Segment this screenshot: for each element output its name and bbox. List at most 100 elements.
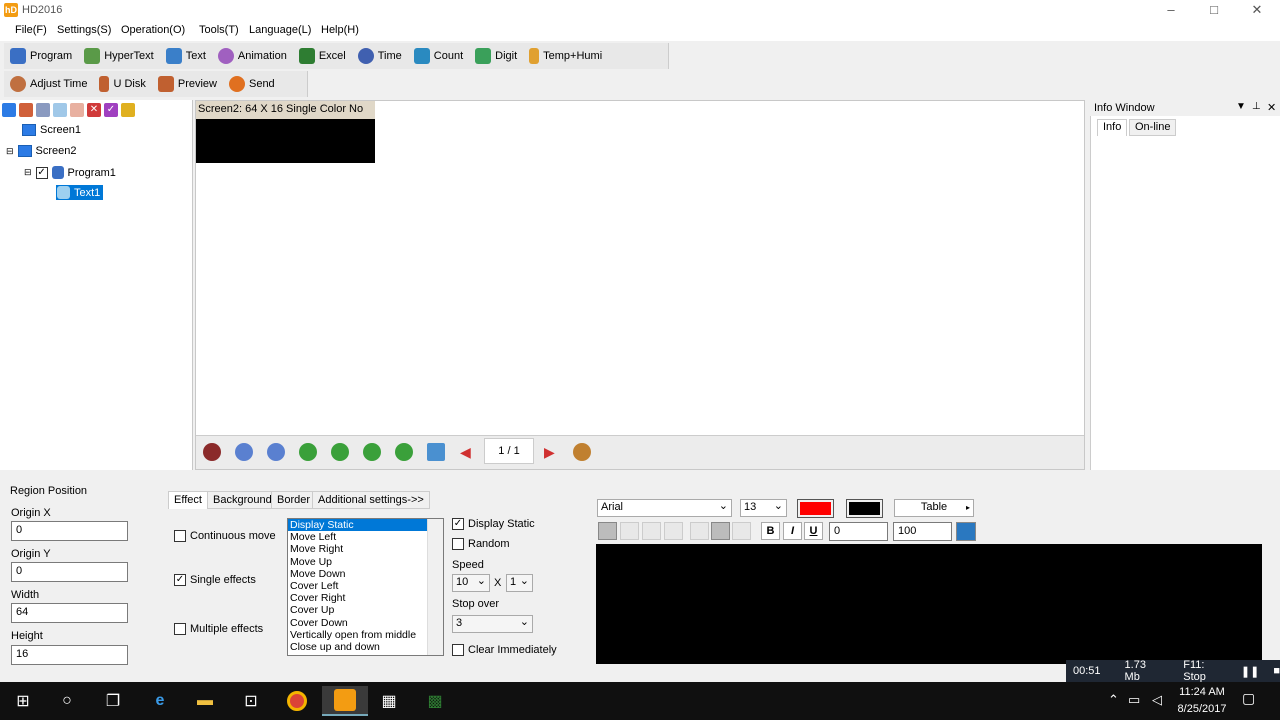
store-icon[interactable]: ⊡ — [236, 686, 266, 716]
list-item[interactable]: Vertically open from middle — [288, 629, 443, 641]
stop-icon[interactable]: ■ — [1273, 665, 1280, 677]
close-icon[interactable]: ✕ — [1267, 101, 1276, 114]
width-input[interactable]: 64 — [11, 603, 128, 623]
led-screen-preview[interactable] — [196, 119, 375, 163]
height-input[interactable]: 16 — [11, 645, 128, 665]
prev-page-icon[interactable]: ◀ — [460, 444, 471, 461]
clear-immediately-checkbox[interactable]: Clear Immediately — [452, 644, 557, 656]
tree-text1[interactable]: Text1 — [56, 185, 104, 200]
pin-icon[interactable]: ⊥ — [1252, 101, 1261, 112]
list-item[interactable]: Cover Up — [288, 604, 443, 616]
italic-button[interactable]: I — [783, 522, 802, 540]
settings-wheel-icon[interactable] — [573, 443, 591, 461]
table-button[interactable]: Table — [894, 499, 974, 517]
notification-icon[interactable]: ▢ — [1242, 690, 1255, 707]
move-down-icon[interactable] — [70, 103, 84, 117]
tab-background[interactable]: Background — [207, 491, 278, 509]
move-icon[interactable] — [427, 443, 445, 461]
hypertext-button[interactable]: HyperText — [78, 43, 160, 69]
menu-operation[interactable]: Operation(O) — [121, 24, 185, 36]
count-button[interactable]: Count — [408, 43, 469, 69]
menu-settings[interactable]: Settings(S) — [57, 24, 111, 36]
maximize-button[interactable]: □ — [1193, 0, 1235, 21]
arrow-up-icon[interactable] — [363, 443, 381, 461]
list-scrollbar[interactable] — [427, 519, 443, 655]
char-spacing-input[interactable]: 0 — [829, 522, 888, 541]
tab-effect[interactable]: Effect — [168, 491, 208, 509]
tree-screen2[interactable]: ⊟ Screen2 — [6, 145, 77, 157]
network-icon[interactable]: ▭ — [1128, 692, 1140, 708]
align-center-icon[interactable] — [620, 522, 639, 540]
list-item[interactable]: Close up and down — [288, 641, 443, 653]
next-page-icon[interactable]: ▶ — [544, 444, 555, 461]
menu-help[interactable]: Help(H) — [321, 24, 359, 36]
list-item[interactable]: Cover Down — [288, 617, 443, 629]
animation-button[interactable]: Animation — [212, 43, 293, 69]
menu-language[interactable]: Language(L) — [249, 24, 311, 36]
valign-top-icon[interactable] — [690, 522, 709, 540]
origin-x-input[interactable]: 0 — [11, 521, 128, 541]
stop-over-select[interactable]: 3 — [452, 615, 533, 633]
tab-additional-settings[interactable]: Additional settings->> — [312, 491, 430, 509]
origin-y-input[interactable]: 0 — [11, 562, 128, 582]
check-icon[interactable]: ✓ — [104, 103, 118, 117]
tab-online[interactable]: On-line — [1129, 119, 1177, 136]
scale-input[interactable]: 100 — [893, 522, 952, 541]
valign-middle-icon[interactable] — [711, 522, 730, 540]
delete-icon[interactable]: ✕ — [87, 103, 101, 117]
collapse-icon[interactable]: ⊟ — [24, 167, 32, 178]
multiple-effects-checkbox[interactable]: Multiple effects — [174, 623, 263, 635]
program-checkbox[interactable]: ✓ — [35, 166, 48, 179]
udisk-button[interactable]: U Disk — [93, 71, 151, 97]
background-color-picker[interactable] — [846, 499, 883, 518]
dropdown-icon[interactable]: ▼ — [1236, 101, 1246, 112]
program-button[interactable]: Program — [4, 43, 78, 69]
taskbar-date[interactable]: 8/25/2017 — [1174, 703, 1230, 715]
valign-bottom-icon[interactable] — [732, 522, 751, 540]
arrow-right-icon[interactable] — [331, 443, 349, 461]
preview-button[interactable]: Preview — [152, 71, 223, 97]
edge-icon[interactable]: e — [145, 686, 175, 716]
temp-humi-button[interactable]: Temp+Humi — [523, 43, 608, 69]
tab-border[interactable]: Border — [271, 491, 317, 509]
show-hidden-icons[interactable]: ⌃ — [1108, 692, 1119, 708]
speed-multiplier-select[interactable]: 1 — [506, 574, 533, 592]
pause-icon[interactable] — [203, 443, 221, 461]
calculator-icon[interactable]: ▦ — [374, 686, 404, 716]
menu-tools[interactable]: Tools(T) — [199, 24, 239, 36]
list-item[interactable]: Move Left — [288, 531, 443, 543]
taskbar-clock[interactable]: 11:24 AM — [1174, 686, 1230, 698]
task-view-icon[interactable]: ❐ — [98, 686, 128, 716]
font-size-select[interactable]: 13 — [740, 499, 787, 517]
volume-muted-icon[interactable]: ◁ — [1152, 692, 1162, 708]
arrow-down-icon[interactable] — [395, 443, 413, 461]
text-color-picker[interactable] — [797, 499, 834, 518]
time-button[interactable]: Time — [352, 43, 408, 69]
text-editor[interactable] — [596, 544, 1262, 664]
excel-taskbar-icon[interactable]: ▩ — [420, 686, 450, 716]
close-button[interactable]: ✕ — [1236, 0, 1278, 21]
list-item[interactable]: Move Down — [288, 568, 443, 580]
tab-info[interactable]: Info — [1097, 119, 1128, 136]
effect-listbox[interactable]: Display Static Move Left Move Right Move… — [287, 518, 444, 656]
search-icon[interactable] — [121, 103, 135, 117]
text-button[interactable]: Text — [160, 43, 212, 69]
minimize-button[interactable]: – — [1150, 0, 1192, 21]
zoom-out-icon[interactable] — [267, 443, 285, 461]
image-icon[interactable] — [956, 522, 976, 541]
move-up-icon[interactable] — [53, 103, 67, 117]
file-explorer-icon[interactable]: ▬ — [190, 686, 220, 716]
list-item[interactable]: Cover Right — [288, 592, 443, 604]
align-left-icon[interactable] — [598, 522, 617, 540]
add-program-icon[interactable] — [19, 103, 33, 117]
collapse-icon[interactable]: ⊟ — [6, 146, 14, 157]
tree-screen1[interactable]: Screen1 — [22, 124, 81, 136]
menu-file[interactable]: File(F) — [15, 24, 47, 36]
justify-icon[interactable] — [664, 522, 683, 540]
windows-start-icon[interactable]: ⊞ — [8, 686, 38, 716]
bold-button[interactable]: B — [761, 522, 780, 540]
list-item[interactable]: Cover Left — [288, 580, 443, 592]
arrow-left-icon[interactable] — [299, 443, 317, 461]
digit-button[interactable]: Digit — [469, 43, 523, 69]
adjust-time-button[interactable]: Adjust Time — [4, 71, 93, 97]
